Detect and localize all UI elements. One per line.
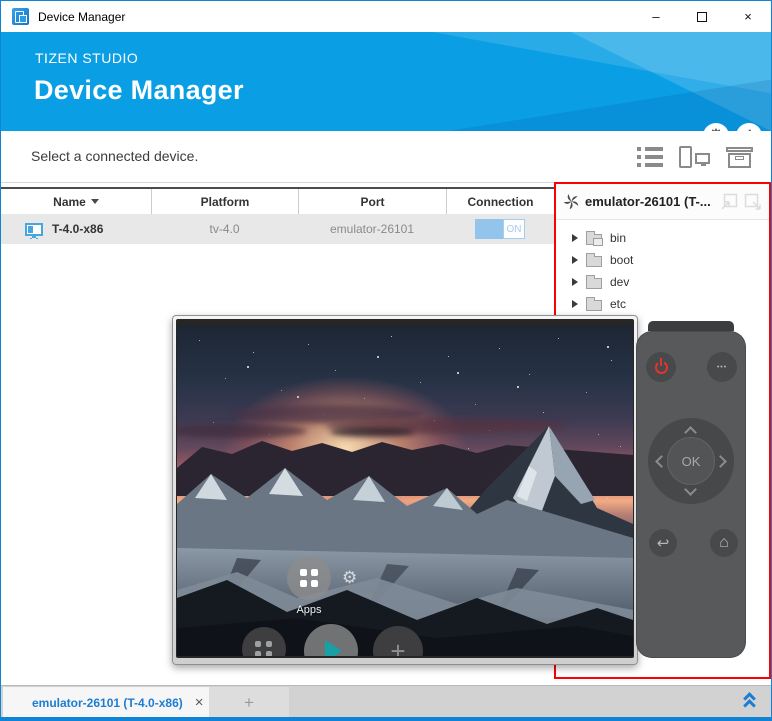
back-icon: ↩ <box>657 534 670 552</box>
pull-file-button[interactable] <box>743 192 763 212</box>
folder-icon <box>586 300 602 311</box>
dpad-left-button[interactable] <box>655 455 668 468</box>
hint-text: Select a connected device. <box>31 148 198 164</box>
new-tab-button[interactable]: + <box>209 687 289 718</box>
titlebar: Device Manager – × <box>1 1 771 32</box>
archive-box-icon[interactable] <box>726 147 753 168</box>
maximize-button[interactable] <box>679 1 725 32</box>
push-file-icon <box>720 193 738 211</box>
power-icon <box>655 361 668 374</box>
emulator-tab-bar: emulator-26101 (T-4.0-x86) × + <box>1 685 771 720</box>
folder-icon <box>586 256 602 267</box>
table-header: Name Platform Port Connection <box>1 187 554 214</box>
page-title: Device Manager <box>34 75 244 106</box>
device-name: T-4.0-x86 <box>52 222 103 236</box>
tv-bezel: Apps ⚙ + <box>176 319 634 658</box>
collapse-panel-button[interactable] <box>741 692 759 712</box>
folder-icon <box>586 234 602 245</box>
expand-icon[interactable] <box>572 256 578 264</box>
column-port[interactable]: Port <box>298 189 446 214</box>
table-row[interactable]: T-4.0-x86 tv-4.0 emulator-26101 ON <box>1 214 554 244</box>
emulator-window[interactable]: Apps ⚙ + <box>172 315 638 665</box>
pull-file-icon <box>744 193 762 211</box>
toggle-state-label: ON <box>503 219 525 239</box>
dpad-down-button[interactable] <box>684 483 697 496</box>
expand-icon[interactable] <box>572 234 578 242</box>
sort-descending-icon <box>91 199 99 204</box>
power-button[interactable] <box>646 352 676 382</box>
file-panel-header: emulator-26101 (T-... <box>556 184 769 220</box>
window-title: Device Manager <box>38 10 125 24</box>
tv-device-icon <box>25 223 43 236</box>
list-view-icon[interactable] <box>637 147 663 168</box>
expand-icon[interactable] <box>572 300 578 308</box>
device-manager-window: Device Manager – × TIZEN STUDIO Device M… <box>0 0 772 721</box>
remote-body: ••• OK ↩ ⌂ <box>636 331 746 658</box>
tree-item-dev[interactable]: dev <box>556 271 769 293</box>
expand-icon[interactable] <box>572 278 578 286</box>
tree-item-bin[interactable]: bin <box>556 227 769 249</box>
ok-button[interactable]: OK <box>667 437 715 485</box>
minimize-button[interactable]: – <box>633 1 679 32</box>
brand-text: TIZEN STUDIO <box>35 50 138 66</box>
play-icon <box>325 640 342 656</box>
remote-device-icon[interactable] <box>679 146 710 168</box>
emulator-screen[interactable]: Apps ⚙ + <box>177 326 633 656</box>
maximize-icon <box>697 12 707 22</box>
tv-wallpaper <box>177 326 633 656</box>
tab-close-icon[interactable]: × <box>195 694 204 711</box>
app-icon <box>12 8 29 25</box>
remote-top-notch <box>648 321 734 331</box>
column-name[interactable]: Name <box>1 189 151 214</box>
device-platform: tv-4.0 <box>151 222 298 236</box>
home-icon: ⌂ <box>719 534 729 552</box>
apps-grid-icon <box>300 569 318 587</box>
back-button[interactable]: ↩ <box>649 529 677 557</box>
device-port: emulator-26101 <box>298 222 446 236</box>
tree-item-etc[interactable]: etc <box>556 293 769 315</box>
push-file-button[interactable] <box>719 192 739 212</box>
remote-control: ••• OK ↩ ⌂ <box>636 321 746 658</box>
apps-grid-icon <box>255 641 273 656</box>
folder-icon <box>586 278 602 289</box>
dpad-right-button[interactable] <box>714 455 727 468</box>
toggle-track <box>475 219 503 239</box>
connection-toggle[interactable]: ON <box>475 219 525 239</box>
tab-emulator-26101[interactable]: emulator-26101 (T-4.0-x86) × <box>3 687 209 718</box>
apps-button[interactable] <box>287 556 331 600</box>
close-button[interactable]: × <box>725 1 771 32</box>
tree-item-boot[interactable]: boot <box>556 249 769 271</box>
file-panel-title: emulator-26101 (T-... <box>585 194 715 209</box>
tab-label: emulator-26101 (T-4.0-x86) <box>32 696 183 710</box>
more-button[interactable]: ••• <box>707 352 737 382</box>
banner: TIZEN STUDIO Device Manager ⚙ i <box>1 32 771 131</box>
column-connection[interactable]: Connection <box>446 189 554 214</box>
tizen-icon <box>564 194 579 209</box>
file-tree: bin boot dev etc <box>556 220 769 315</box>
column-platform[interactable]: Platform <box>151 189 298 214</box>
apps-label: Apps <box>287 604 331 616</box>
toolbar: Select a connected device. <box>1 131 771 183</box>
tv-settings-icon[interactable]: ⚙ <box>342 568 357 588</box>
device-table: Name Platform Port Connection T-4.0-x86 … <box>1 187 554 244</box>
dpad: OK <box>648 418 734 504</box>
home-button[interactable]: ⌂ <box>710 529 738 557</box>
